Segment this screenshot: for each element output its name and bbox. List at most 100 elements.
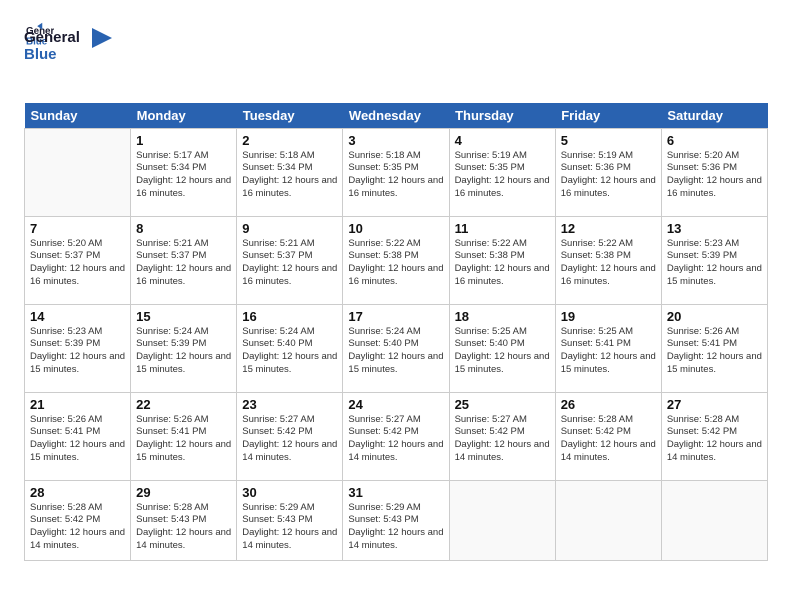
day-info: Sunrise: 5:24 AM Sunset: 5:40 PM Dayligh… bbox=[242, 326, 337, 377]
day-cell: 18Sunrise: 5:25 AM Sunset: 5:40 PM Dayli… bbox=[449, 304, 555, 392]
day-number: 2 bbox=[242, 133, 337, 148]
day-number: 28 bbox=[30, 485, 125, 500]
day-cell: 20 Sunrise: 5:26 AM Sunset: 5:41 PM Dayli… bbox=[661, 304, 767, 392]
day-cell: 11Sunrise: 5:22 AM Sunset: 5:38 PM Dayli… bbox=[449, 216, 555, 304]
col-header-saturday: Saturday bbox=[661, 103, 767, 129]
day-cell: 25 Sunrise: 5:27 AM Sunset: 5:42 PM Dayli… bbox=[449, 392, 555, 480]
day-cell: 24 Sunrise: 5:27 AM Sunset: 5:42 PM Dayli… bbox=[343, 392, 449, 480]
day-info: Sunrise: 5:28 AM Sunset: 5:42 PM Dayligh… bbox=[561, 414, 656, 465]
day-number: 31 bbox=[348, 485, 443, 500]
day-info: Sunrise: 5:18 AM Sunset: 5:34 PM Dayligh… bbox=[242, 150, 337, 201]
day-cell: 12 Sunrise: 5:22 AM Sunset: 5:38 PM Dayli… bbox=[555, 216, 661, 304]
day-info: Sunrise: 5:26 AM Sunset: 5:41 PM Dayligh… bbox=[136, 414, 231, 465]
col-header-monday: Monday bbox=[131, 103, 237, 129]
week-row-2: 7 Sunrise: 5:20 AM Sunset: 5:37 PM Daylig… bbox=[25, 216, 768, 304]
week-row-1: 1 Sunrise: 5:17 AM Sunset: 5:34 PM Daylig… bbox=[25, 128, 768, 216]
col-header-wednesday: Wednesday bbox=[343, 103, 449, 129]
day-number: 13 bbox=[667, 221, 762, 236]
day-info: Sunrise: 5:27 AM Sunset: 5:42 PM Dayligh… bbox=[348, 414, 443, 465]
day-cell: 9 Sunrise: 5:21 AM Sunset: 5:37 PM Daylig… bbox=[237, 216, 343, 304]
day-number: 17 bbox=[348, 309, 443, 324]
day-info: Sunrise: 5:22 AM Sunset: 5:38 PM Dayligh… bbox=[348, 238, 443, 289]
day-info: Sunrise: 5:25 AM Sunset: 5:40 PM Dayligh… bbox=[455, 326, 550, 377]
day-number: 20 bbox=[667, 309, 762, 324]
calendar-table: SundayMondayTuesdayWednesdayThursdayFrid… bbox=[24, 103, 768, 561]
day-number: 22 bbox=[136, 397, 231, 412]
day-number: 27 bbox=[667, 397, 762, 412]
day-number: 19 bbox=[561, 309, 656, 324]
day-number: 26 bbox=[561, 397, 656, 412]
logo-blue: Blue bbox=[24, 46, 57, 63]
day-info: Sunrise: 5:19 AM Sunset: 5:36 PM Dayligh… bbox=[561, 150, 656, 201]
day-cell: 22 Sunrise: 5:26 AM Sunset: 5:41 PM Dayli… bbox=[131, 392, 237, 480]
day-number: 5 bbox=[561, 133, 656, 148]
day-info: Sunrise: 5:29 AM Sunset: 5:43 PM Dayligh… bbox=[242, 502, 337, 553]
day-cell: 1 Sunrise: 5:17 AM Sunset: 5:34 PM Daylig… bbox=[131, 128, 237, 216]
day-number: 15 bbox=[136, 309, 231, 324]
day-number: 7 bbox=[30, 221, 125, 236]
week-row-5: 28 Sunrise: 5:28 AM Sunset: 5:42 PM Dayli… bbox=[25, 480, 768, 560]
week-row-3: 14 Sunrise: 5:23 AM Sunset: 5:39 PM Dayli… bbox=[25, 304, 768, 392]
header-row: SundayMondayTuesdayWednesdayThursdayFrid… bbox=[25, 103, 768, 129]
day-info: Sunrise: 5:19 AM Sunset: 5:35 PM Dayligh… bbox=[455, 150, 550, 201]
day-cell: 28 Sunrise: 5:28 AM Sunset: 5:42 PM Dayli… bbox=[25, 480, 131, 560]
day-number: 24 bbox=[348, 397, 443, 412]
day-info: Sunrise: 5:23 AM Sunset: 5:39 PM Dayligh… bbox=[667, 238, 762, 289]
day-info: Sunrise: 5:21 AM Sunset: 5:37 PM Dayligh… bbox=[242, 238, 337, 289]
day-info: Sunrise: 5:26 AM Sunset: 5:41 PM Dayligh… bbox=[667, 326, 762, 377]
header: General Blue General Blue bbox=[24, 20, 768, 89]
day-number: 10 bbox=[348, 221, 443, 236]
day-cell: 19Sunrise: 5:25 AM Sunset: 5:41 PM Dayli… bbox=[555, 304, 661, 392]
day-number: 4 bbox=[455, 133, 550, 148]
day-cell bbox=[555, 480, 661, 560]
day-number: 25 bbox=[455, 397, 550, 412]
day-cell: 26 Sunrise: 5:28 AM Sunset: 5:42 PM Dayli… bbox=[555, 392, 661, 480]
day-number: 23 bbox=[242, 397, 337, 412]
day-number: 11 bbox=[455, 221, 550, 236]
day-number: 9 bbox=[242, 221, 337, 236]
day-number: 12 bbox=[561, 221, 656, 236]
day-number: 21 bbox=[30, 397, 125, 412]
day-info: Sunrise: 5:18 AM Sunset: 5:35 PM Dayligh… bbox=[348, 150, 443, 201]
day-info: Sunrise: 5:26 AM Sunset: 5:41 PM Dayligh… bbox=[30, 414, 125, 465]
day-info: Sunrise: 5:28 AM Sunset: 5:42 PM Dayligh… bbox=[30, 502, 125, 553]
logo: General Blue General Blue bbox=[24, 20, 80, 89]
day-info: Sunrise: 5:29 AM Sunset: 5:43 PM Dayligh… bbox=[348, 502, 443, 553]
day-info: Sunrise: 5:24 AM Sunset: 5:40 PM Dayligh… bbox=[348, 326, 443, 377]
day-number: 14 bbox=[30, 309, 125, 324]
day-number: 1 bbox=[136, 133, 231, 148]
col-header-thursday: Thursday bbox=[449, 103, 555, 129]
day-cell: 29Sunrise: 5:28 AM Sunset: 5:43 PM Dayli… bbox=[131, 480, 237, 560]
col-header-tuesday: Tuesday bbox=[237, 103, 343, 129]
day-number: 30 bbox=[242, 485, 337, 500]
day-cell: 21 Sunrise: 5:26 AM Sunset: 5:41 PM Dayli… bbox=[25, 392, 131, 480]
day-info: Sunrise: 5:27 AM Sunset: 5:42 PM Dayligh… bbox=[455, 414, 550, 465]
day-cell bbox=[661, 480, 767, 560]
day-info: Sunrise: 5:22 AM Sunset: 5:38 PM Dayligh… bbox=[561, 238, 656, 289]
day-info: Sunrise: 5:28 AM Sunset: 5:42 PM Dayligh… bbox=[667, 414, 762, 465]
day-info: Sunrise: 5:24 AM Sunset: 5:39 PM Dayligh… bbox=[136, 326, 231, 377]
day-cell bbox=[25, 128, 131, 216]
day-cell: 6Sunrise: 5:20 AM Sunset: 5:36 PM Daylig… bbox=[661, 128, 767, 216]
logo-general: General bbox=[24, 29, 80, 46]
day-cell: 17 Sunrise: 5:24 AM Sunset: 5:40 PM Dayli… bbox=[343, 304, 449, 392]
day-number: 8 bbox=[136, 221, 231, 236]
day-number: 3 bbox=[348, 133, 443, 148]
day-info: Sunrise: 5:17 AM Sunset: 5:34 PM Dayligh… bbox=[136, 150, 231, 201]
day-cell: 15 Sunrise: 5:24 AM Sunset: 5:39 PM Dayli… bbox=[131, 304, 237, 392]
day-cell: 23Sunrise: 5:27 AM Sunset: 5:42 PM Dayli… bbox=[237, 392, 343, 480]
day-number: 6 bbox=[667, 133, 762, 148]
day-cell: 2 Sunrise: 5:18 AM Sunset: 5:34 PM Daylig… bbox=[237, 128, 343, 216]
day-cell: 13 Sunrise: 5:23 AM Sunset: 5:39 PM Dayli… bbox=[661, 216, 767, 304]
day-info: Sunrise: 5:28 AM Sunset: 5:43 PM Dayligh… bbox=[136, 502, 231, 553]
col-header-sunday: Sunday bbox=[25, 103, 131, 129]
day-info: Sunrise: 5:23 AM Sunset: 5:39 PM Dayligh… bbox=[30, 326, 125, 377]
day-cell: 4 Sunrise: 5:19 AM Sunset: 5:35 PM Daylig… bbox=[449, 128, 555, 216]
day-cell: 10 Sunrise: 5:22 AM Sunset: 5:38 PM Dayli… bbox=[343, 216, 449, 304]
day-cell: 7 Sunrise: 5:20 AM Sunset: 5:37 PM Daylig… bbox=[25, 216, 131, 304]
week-row-4: 21 Sunrise: 5:26 AM Sunset: 5:41 PM Dayli… bbox=[25, 392, 768, 480]
day-cell bbox=[449, 480, 555, 560]
day-cell: 31 Sunrise: 5:29 AM Sunset: 5:43 PM Dayli… bbox=[343, 480, 449, 560]
day-info: Sunrise: 5:20 AM Sunset: 5:37 PM Dayligh… bbox=[30, 238, 125, 289]
day-cell: 14 Sunrise: 5:23 AM Sunset: 5:39 PM Dayli… bbox=[25, 304, 131, 392]
